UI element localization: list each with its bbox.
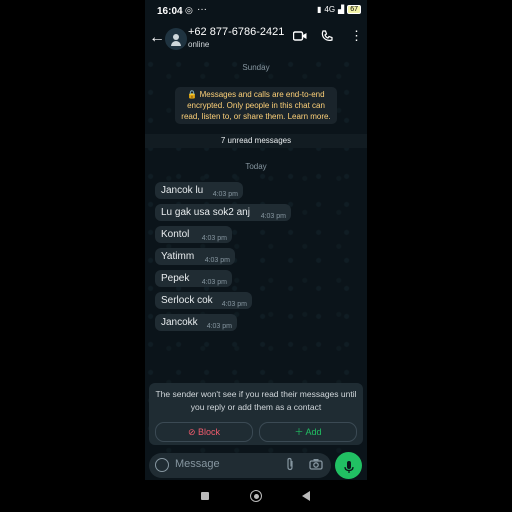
message-time: 4:03 pm bbox=[201, 279, 227, 286]
block-icon: ⊘ bbox=[187, 427, 196, 437]
recents-icon[interactable] bbox=[201, 492, 209, 500]
message-time: 4:03 pm bbox=[260, 213, 286, 220]
message-text: Jancokk bbox=[161, 317, 198, 328]
message-time: 4:03 pm bbox=[201, 235, 227, 242]
unknown-sender-panel: The sender won't see if you read their m… bbox=[149, 383, 363, 445]
message-bubble[interactable]: Lu gak usa sok2 anj 4:03 pm bbox=[155, 204, 291, 221]
voice-call-icon[interactable] bbox=[321, 30, 333, 45]
block-button[interactable]: ⊘ Block bbox=[155, 422, 253, 442]
message-text: Kontol bbox=[161, 229, 190, 240]
contact-status: online bbox=[188, 40, 210, 49]
chat-header: ← +62 877-6786-2421 online ⋮ bbox=[145, 24, 367, 56]
message-text: Yatimm bbox=[161, 251, 195, 262]
message-time: 4:03 pm bbox=[212, 191, 238, 198]
mic-icon[interactable] bbox=[335, 452, 362, 479]
message-composer: Message bbox=[149, 453, 331, 478]
attach-icon[interactable] bbox=[285, 457, 295, 474]
unknown-sender-notice: The sender won't see if you read their m… bbox=[155, 389, 357, 412]
message-bubble[interactable]: Kontol 4:03 pm bbox=[155, 226, 232, 243]
block-label: Block bbox=[198, 427, 221, 437]
message-text: Serlock cok bbox=[161, 295, 213, 306]
camera-icon[interactable] bbox=[309, 458, 323, 473]
add-label: Add bbox=[305, 427, 322, 437]
more-vert-icon[interactable]: ⋮ bbox=[350, 28, 363, 44]
status-time: 16:04 bbox=[157, 6, 183, 17]
message-bubble[interactable]: Jancok lu 4:03 pm bbox=[155, 182, 243, 199]
add-person-icon: ＋ bbox=[294, 427, 304, 437]
sticker-icon[interactable] bbox=[155, 458, 169, 472]
battery-icon: 67 bbox=[347, 5, 361, 14]
message-time: 4:03 pm bbox=[206, 323, 232, 330]
message-input[interactable]: Message bbox=[175, 458, 220, 470]
contact-name[interactable]: +62 877-6786-2421 bbox=[188, 26, 284, 38]
message-text: Jancok lu bbox=[161, 185, 204, 196]
video-call-icon[interactable] bbox=[292, 30, 307, 45]
phone-screen: 16:04 ◎ ··· ▮ 4G ▟ 67 ← +62 877-6786-242… bbox=[145, 0, 367, 512]
status-more: ··· bbox=[197, 4, 207, 15]
status-bar: 16:04 ◎ ··· ▮ 4G ▟ 67 bbox=[145, 0, 367, 24]
nav-back-icon[interactable] bbox=[302, 491, 310, 501]
message-bubble[interactable]: Pepek 4:03 pm bbox=[155, 270, 232, 287]
message-text: Lu gak usa sok2 anj bbox=[161, 207, 250, 218]
message-bubble[interactable]: Serlock cok 4:03 pm bbox=[155, 292, 252, 309]
system-nav-bar bbox=[145, 480, 367, 512]
message-time: 4:03 pm bbox=[204, 257, 230, 264]
status-right: ▮ 4G ▟ 67 bbox=[317, 5, 361, 14]
signal-icon: ▮ bbox=[316, 5, 322, 14]
message-bubble[interactable]: Jancokk 4:03 pm bbox=[155, 314, 237, 331]
date-chip-today: Today bbox=[245, 162, 267, 171]
avatar[interactable] bbox=[165, 28, 187, 50]
signal-bars-icon: ▟ bbox=[338, 5, 345, 14]
back-arrow-icon[interactable]: ← bbox=[149, 29, 165, 47]
whatsapp-notification-icon: ◎ bbox=[185, 5, 193, 15]
home-icon[interactable] bbox=[250, 490, 262, 502]
date-chip-sunday: Sunday bbox=[242, 63, 270, 72]
message-text: Pepek bbox=[161, 273, 190, 284]
add-contact-button[interactable]: ＋ Add bbox=[259, 422, 357, 442]
message-time: 4:03 pm bbox=[221, 301, 247, 308]
unread-banner: 7 unread messages bbox=[145, 134, 367, 148]
message-bubble[interactable]: Yatimm 4:03 pm bbox=[155, 248, 235, 265]
encryption-notice[interactable]: 🔒 Messages and calls are end-to-end encr… bbox=[175, 87, 337, 124]
network-type: 4G bbox=[324, 5, 336, 14]
